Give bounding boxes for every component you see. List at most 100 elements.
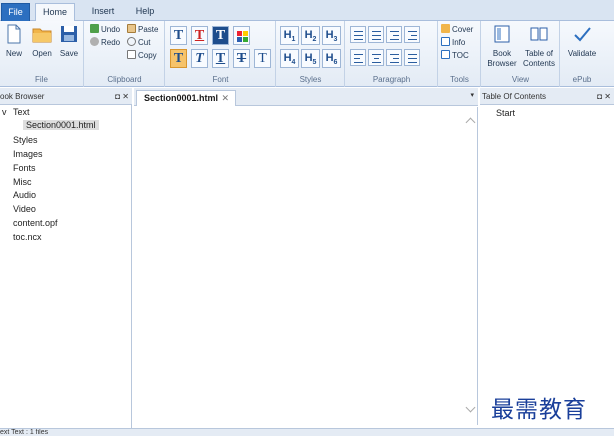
heading-5-button[interactable]: H5 [301,49,320,68]
heading-1-button[interactable]: H1 [280,26,299,45]
align-left-button[interactable] [350,49,366,66]
toc-button[interactable]: TOC [441,50,469,62]
toc-panel [480,88,614,428]
tree-item-audio[interactable]: Audio [13,190,36,200]
scroll-down-icon[interactable] [465,402,476,413]
open-button[interactable]: Open [30,24,54,58]
validate-button[interactable]: Validate [563,24,601,58]
cover-label: Cover [452,25,474,34]
toc-title: Table Of Contents [482,92,547,101]
tree-item-fonts[interactable]: Fonts [13,163,36,173]
view-group: Book Browser Table of Contents View [482,21,560,87]
font-size-button[interactable]: T [170,26,187,45]
tab-insert[interactable]: Insert [84,3,122,21]
book-browser-label-2: Browser [487,59,517,68]
toc-entry-start[interactable]: Start [496,108,515,118]
save-label: Save [59,49,79,58]
undo-icon [90,24,99,33]
paste-button[interactable]: Paste [127,24,158,36]
info-icon [441,37,450,46]
font-group: T T T T T T T T Font [166,21,276,87]
font-color-button[interactable]: T [191,26,208,45]
toc-panel-controls[interactable]: ◘ ✕ [597,88,611,105]
cover-button[interactable]: Cover [441,24,473,36]
align-right-button[interactable] [386,49,402,66]
scissors-icon [127,37,136,46]
heading-4-icon: H4 [283,52,296,67]
book-browser-button[interactable]: Book Browser [486,24,518,68]
styles-group: H1 H2 H3 H4 H5 H6 Styles [277,21,345,87]
bullet-list-button[interactable] [350,26,366,43]
align-center-button[interactable] [368,49,384,66]
tab-help[interactable]: Help [129,3,161,21]
epub-group-label: ePub [572,75,592,84]
tree-item-misc[interactable]: Misc [13,177,32,187]
new-label: New [5,49,22,58]
tree-item-section0001[interactable]: Section0001.html [23,120,99,130]
tab-list-dropdown-icon[interactable]: ▾ [470,91,474,99]
file-group-label: File [35,75,48,84]
view-group-label: View [511,75,530,84]
plain-text-icon: T [258,51,267,66]
underline-icon: T [215,51,226,66]
bold-button[interactable]: T [170,49,187,68]
heading-1-icon: H1 [283,29,296,44]
info-label: Info [452,38,466,47]
cut-label: Cut [138,38,151,47]
document-tab[interactable]: Section0001.html ✕ [136,90,236,106]
book-browser-header: ook Browser ◘ ✕ [0,88,132,105]
strikethrough-button[interactable]: T [233,49,250,68]
undo-button[interactable]: Undo [90,24,120,36]
color-palette-button[interactable] [233,26,250,45]
save-button[interactable]: Save [57,24,81,58]
book-browser-panel-controls[interactable]: ◘ ✕ [115,88,129,105]
info-button[interactable]: Info [441,37,465,49]
close-tab-icon[interactable]: ✕ [221,91,229,106]
code-editor[interactable] [134,107,478,425]
tab-home[interactable]: Home [35,3,75,22]
decrease-indent-button[interactable] [386,26,402,43]
plain-text-button[interactable]: T [254,49,271,68]
open-label: Open [32,49,52,58]
increase-indent-button[interactable] [404,26,420,43]
heading-3-button[interactable]: H3 [322,26,341,45]
tree-item-styles[interactable]: Styles [13,135,38,145]
tree-item-images[interactable]: Images [13,149,43,159]
tools-group-label: Tools [450,75,469,84]
tree-item-text[interactable]: Text [13,107,30,117]
status-bar: ext Text : 1 files [0,428,614,436]
redo-label: Redo [101,38,121,47]
copy-icon [127,50,136,59]
redo-icon [90,37,99,46]
tree-item-content-opf[interactable]: content.opf [13,218,58,228]
highlight-button[interactable]: T [212,26,229,45]
toc-panel-button[interactable]: Table of Contents [520,24,558,68]
editor-vertical-scrollbar[interactable] [465,107,477,425]
ribbon: New Open Save File Undo Redo Paste Cut C… [0,21,614,87]
justify-button[interactable] [404,49,420,66]
tree-item-toc-ncx[interactable]: toc.ncx [13,232,42,242]
new-button[interactable]: New [2,24,26,58]
underline-button[interactable]: T [212,49,229,68]
bold-icon: T [173,51,184,66]
copy-label: Copy [138,51,157,60]
italic-button[interactable]: T [191,49,208,68]
heading-6-button[interactable]: H6 [322,49,341,68]
tab-file[interactable]: File [1,3,30,21]
clipboard-group-label: Clipboard [107,75,142,84]
palette-icon [237,31,248,42]
heading-4-button[interactable]: H4 [280,49,299,68]
tree-item-video[interactable]: Video [13,204,36,214]
heading-2-button[interactable]: H2 [301,26,320,45]
scroll-up-icon[interactable] [465,117,476,128]
new-file-icon [7,24,21,44]
redo-button[interactable]: Redo [90,37,120,49]
numbered-list-button[interactable] [368,26,384,43]
copy-button[interactable]: Copy [127,50,157,62]
heading-3-icon: H3 [325,29,338,44]
tree-expand-icon[interactable]: v [2,107,7,117]
cut-button[interactable]: Cut [127,37,150,49]
book-open-icon [530,27,548,41]
paste-icon [127,24,136,33]
toc-header: Table Of Contents ◘ ✕ [480,88,614,105]
